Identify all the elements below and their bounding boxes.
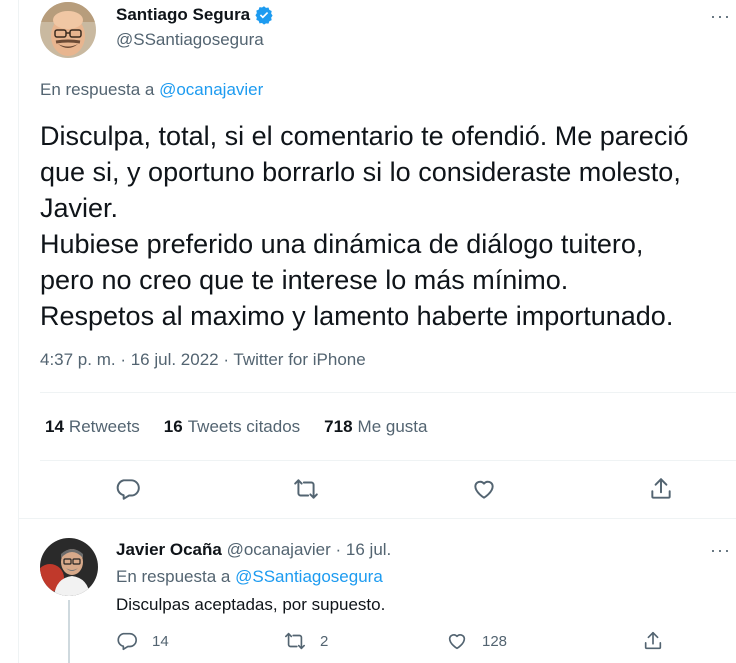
quotes-label: Tweets citados (187, 417, 301, 436)
more-dots-icon[interactable]: ··· (710, 6, 731, 27)
retweet-action[interactable]: 2 (284, 630, 328, 652)
like-count: 128 (482, 632, 508, 650)
tweet-actions (19, 474, 736, 506)
reply-tweet[interactable]: Javier Ocaña @ocanajavier · 16 jul. ··· … (19, 520, 736, 663)
reply-action[interactable]: 14 (116, 630, 169, 652)
divider (19, 518, 736, 519)
author-name[interactable]: Santiago Segura (116, 5, 274, 25)
share-icon (644, 631, 662, 650)
reply-to-link[interactable]: @SSantiagosegura (235, 567, 383, 586)
reply-context: En respuesta a @SSantiagosegura (116, 567, 383, 587)
author-name-text: Santiago Segura (116, 5, 251, 24)
quotes-count: 16 (163, 417, 183, 436)
divider (40, 460, 736, 461)
reply-text: Disculpas aceptadas, por supuesto. (116, 595, 386, 614)
author-avatar[interactable] (40, 2, 96, 58)
reply-prefix: En respuesta a (116, 567, 231, 586)
reply-author-name[interactable]: Javier Ocaña (116, 540, 222, 559)
reply-context: En respuesta a @ocanajavier (40, 80, 263, 100)
likes-label: Me gusta (357, 417, 428, 436)
reply-author-avatar[interactable] (40, 538, 98, 596)
retweet-icon[interactable] (293, 476, 319, 502)
verified-badge-icon (255, 6, 273, 25)
divider (40, 392, 736, 393)
retweet-count: 2 (320, 632, 329, 650)
reply-date[interactable]: · 16 jul. (336, 540, 392, 559)
retweets-label: Retweets (68, 417, 140, 436)
share-icon[interactable] (648, 476, 674, 502)
quotes-stat[interactable]: 16 Tweets citados (164, 417, 300, 437)
author-handle[interactable]: @SSantiagosegura (116, 30, 264, 50)
engagement-stats: 14 Retweets 16 Tweets citados 718 Me gusta (45, 417, 427, 437)
retweets-count: 14 (45, 417, 64, 436)
reply-icon (117, 632, 137, 651)
share-action[interactable] (642, 630, 664, 652)
retweet-icon (285, 632, 305, 650)
thread-line (68, 600, 70, 663)
reply-count: 14 (152, 632, 169, 650)
timeline-column: Santiago Segura @SSantiagosegura ··· En … (18, 0, 736, 663)
reply-header: Javier Ocaña @ocanajavier · 16 jul. (116, 540, 391, 560)
heart-icon (448, 634, 466, 650)
tweet-text: Disculpa, total, si el comentario te ofe… (40, 121, 689, 331)
reply-author-handle[interactable]: @ocanajavier (227, 540, 331, 559)
reply-to-link[interactable]: @ocanajavier (159, 80, 263, 99)
like-action[interactable]: 128 (446, 630, 507, 652)
retweets-stat[interactable]: 14 Retweets (45, 417, 140, 437)
heart-icon[interactable] (471, 476, 497, 502)
reply-prefix: En respuesta a (40, 80, 155, 99)
reply-icon[interactable] (115, 476, 141, 502)
likes-count: 718 (324, 417, 353, 436)
more-dots-icon[interactable]: ··· (710, 540, 731, 561)
reply-actions: 14 2 128 (116, 630, 736, 656)
tweet-meta[interactable]: 4:37 p. m. · 16 jul. 2022 · Twitter for … (40, 350, 366, 370)
likes-stat[interactable]: 718 Me gusta (324, 417, 427, 437)
